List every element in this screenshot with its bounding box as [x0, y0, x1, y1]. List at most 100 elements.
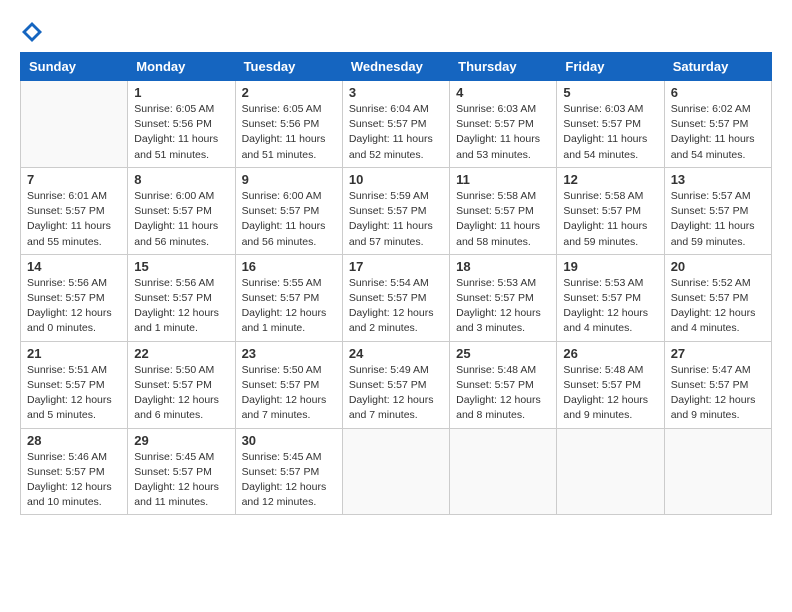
calendar-cell: 13Sunrise: 5:57 AM Sunset: 5:57 PM Dayli…	[664, 167, 771, 254]
day-number: 24	[349, 346, 443, 361]
day-info: Sunrise: 6:02 AM Sunset: 5:57 PM Dayligh…	[671, 102, 765, 163]
day-number: 20	[671, 259, 765, 274]
day-number: 14	[27, 259, 121, 274]
day-number: 26	[563, 346, 657, 361]
day-info: Sunrise: 5:54 AM Sunset: 5:57 PM Dayligh…	[349, 276, 443, 337]
calendar-cell: 21 Sunrise: 5:51 AM Sunset: 5:57 PM Dayli…	[21, 341, 128, 428]
day-number: 19	[563, 259, 657, 274]
day-number: 23	[242, 346, 336, 361]
day-number: 6	[671, 85, 765, 100]
day-info: Sunrise: 5:58 AM Sunset: 5:57 PM Dayligh…	[563, 189, 657, 250]
weekday-header: Thursday	[450, 53, 557, 81]
day-number: 10	[349, 172, 443, 187]
calendar-cell: 24 Sunrise: 5:49 AM Sunset: 5:57 PM Dayli…	[342, 341, 449, 428]
calendar-cell: 12 Sunrise: 5:58 AM Sunset: 5:57 PM Dayli…	[557, 167, 664, 254]
calendar-cell	[450, 428, 557, 515]
calendar-cell: 5 Sunrise: 6:03 AM Sunset: 5:57 PM Daylig…	[557, 81, 664, 168]
calendar-cell	[342, 428, 449, 515]
day-number: 30	[242, 433, 336, 448]
day-info: Sunrise: 5:50 AM Sunset: 5:57 PM Dayligh…	[134, 363, 228, 424]
day-number: 18	[456, 259, 550, 274]
calendar-cell: 26 Sunrise: 5:48 AM Sunset: 5:57 PM Dayli…	[557, 341, 664, 428]
day-info: Sunrise: 6:05 AM Sunset: 5:56 PM Dayligh…	[134, 102, 228, 163]
logo	[20, 20, 48, 44]
day-number: 5	[563, 85, 657, 100]
day-info: Sunrise: 6:05 AM Sunset: 5:56 PM Dayligh…	[242, 102, 336, 163]
day-info: Sunrise: 5:51 AM Sunset: 5:57 PM Dayligh…	[27, 363, 121, 424]
calendar-cell: 8 Sunrise: 6:00 AM Sunset: 5:57 PM Daylig…	[128, 167, 235, 254]
day-info: Sunrise: 6:00 AM Sunset: 5:57 PM Dayligh…	[242, 189, 336, 250]
day-number: 17	[349, 259, 443, 274]
calendar-cell: 27 Sunrise: 5:47 AM Sunset: 5:57 PM Dayli…	[664, 341, 771, 428]
day-number: 11	[456, 172, 550, 187]
day-info: Sunrise: 5:45 AM Sunset: 5:57 PM Dayligh…	[134, 450, 228, 511]
day-number: 25	[456, 346, 550, 361]
day-info: Sunrise: 5:46 AM Sunset: 5:57 PM Dayligh…	[27, 450, 121, 511]
calendar-cell: 6 Sunrise: 6:02 AM Sunset: 5:57 PM Daylig…	[664, 81, 771, 168]
day-number: 12	[563, 172, 657, 187]
calendar-week-row: 1 Sunrise: 6:05 AM Sunset: 5:56 PM Daylig…	[21, 81, 772, 168]
day-info: Sunrise: 6:03 AM Sunset: 5:57 PM Dayligh…	[563, 102, 657, 163]
calendar-cell: 28 Sunrise: 5:46 AM Sunset: 5:57 PM Dayli…	[21, 428, 128, 515]
calendar-cell: 29Sunrise: 5:45 AM Sunset: 5:57 PM Dayli…	[128, 428, 235, 515]
weekday-header: Friday	[557, 53, 664, 81]
calendar-header-row: SundayMondayTuesdayWednesdayThursdayFrid…	[21, 53, 772, 81]
calendar-week-row: 7 Sunrise: 6:01 AM Sunset: 5:57 PM Daylig…	[21, 167, 772, 254]
day-info: Sunrise: 5:49 AM Sunset: 5:57 PM Dayligh…	[349, 363, 443, 424]
weekday-header: Sunday	[21, 53, 128, 81]
day-info: Sunrise: 6:04 AM Sunset: 5:57 PM Dayligh…	[349, 102, 443, 163]
day-info: Sunrise: 5:47 AM Sunset: 5:57 PM Dayligh…	[671, 363, 765, 424]
day-number: 1	[134, 85, 228, 100]
day-info: Sunrise: 5:58 AM Sunset: 5:57 PM Dayligh…	[456, 189, 550, 250]
day-info: Sunrise: 5:55 AM Sunset: 5:57 PM Dayligh…	[242, 276, 336, 337]
day-number: 15	[134, 259, 228, 274]
day-number: 27	[671, 346, 765, 361]
day-info: Sunrise: 6:01 AM Sunset: 5:57 PM Dayligh…	[27, 189, 121, 250]
calendar-cell: 9 Sunrise: 6:00 AM Sunset: 5:57 PM Daylig…	[235, 167, 342, 254]
calendar-week-row: 14 Sunrise: 5:56 AM Sunset: 5:57 PM Dayli…	[21, 254, 772, 341]
calendar-cell: 1 Sunrise: 6:05 AM Sunset: 5:56 PM Daylig…	[128, 81, 235, 168]
day-info: Sunrise: 5:48 AM Sunset: 5:57 PM Dayligh…	[563, 363, 657, 424]
day-number: 3	[349, 85, 443, 100]
day-info: Sunrise: 5:53 AM Sunset: 5:57 PM Dayligh…	[456, 276, 550, 337]
weekday-header: Wednesday	[342, 53, 449, 81]
weekday-header: Monday	[128, 53, 235, 81]
calendar-cell: 11 Sunrise: 5:58 AM Sunset: 5:57 PM Dayli…	[450, 167, 557, 254]
day-number: 8	[134, 172, 228, 187]
day-info: Sunrise: 5:56 AM Sunset: 5:57 PM Dayligh…	[27, 276, 121, 337]
day-info: Sunrise: 6:00 AM Sunset: 5:57 PM Dayligh…	[134, 189, 228, 250]
day-info: Sunrise: 5:56 AM Sunset: 5:57 PM Dayligh…	[134, 276, 228, 337]
day-info: Sunrise: 6:03 AM Sunset: 5:57 PM Dayligh…	[456, 102, 550, 163]
calendar-cell	[21, 81, 128, 168]
calendar-table: SundayMondayTuesdayWednesdayThursdayFrid…	[20, 52, 772, 515]
calendar-cell: 30 Sunrise: 5:45 AM Sunset: 5:57 PM Dayli…	[235, 428, 342, 515]
calendar-cell: 17 Sunrise: 5:54 AM Sunset: 5:57 PM Dayli…	[342, 254, 449, 341]
calendar-cell: 3 Sunrise: 6:04 AM Sunset: 5:57 PM Daylig…	[342, 81, 449, 168]
day-info: Sunrise: 5:45 AM Sunset: 5:57 PM Dayligh…	[242, 450, 336, 511]
day-number: 28	[27, 433, 121, 448]
day-number: 21	[27, 346, 121, 361]
calendar-cell: 15 Sunrise: 5:56 AM Sunset: 5:57 PM Dayli…	[128, 254, 235, 341]
calendar-cell: 25Sunrise: 5:48 AM Sunset: 5:57 PM Dayli…	[450, 341, 557, 428]
calendar-cell	[664, 428, 771, 515]
day-number: 16	[242, 259, 336, 274]
day-number: 7	[27, 172, 121, 187]
calendar-week-row: 21 Sunrise: 5:51 AM Sunset: 5:57 PM Dayli…	[21, 341, 772, 428]
calendar-cell: 16 Sunrise: 5:55 AM Sunset: 5:57 PM Dayli…	[235, 254, 342, 341]
day-info: Sunrise: 5:53 AM Sunset: 5:57 PM Dayligh…	[563, 276, 657, 337]
calendar-cell: 18 Sunrise: 5:53 AM Sunset: 5:57 PM Dayli…	[450, 254, 557, 341]
logo-icon	[20, 20, 44, 44]
calendar-cell: 22 Sunrise: 5:50 AM Sunset: 5:57 PM Dayli…	[128, 341, 235, 428]
calendar-cell: 10Sunrise: 5:59 AM Sunset: 5:57 PM Dayli…	[342, 167, 449, 254]
calendar-cell: 2 Sunrise: 6:05 AM Sunset: 5:56 PM Daylig…	[235, 81, 342, 168]
calendar-cell: 4Sunrise: 6:03 AM Sunset: 5:57 PM Daylig…	[450, 81, 557, 168]
day-info: Sunrise: 5:52 AM Sunset: 5:57 PM Dayligh…	[671, 276, 765, 337]
calendar-cell: 20 Sunrise: 5:52 AM Sunset: 5:57 PM Dayli…	[664, 254, 771, 341]
calendar-cell: 23Sunrise: 5:50 AM Sunset: 5:57 PM Dayli…	[235, 341, 342, 428]
page-header	[20, 20, 772, 44]
weekday-header: Tuesday	[235, 53, 342, 81]
day-number: 2	[242, 85, 336, 100]
calendar-cell: 7 Sunrise: 6:01 AM Sunset: 5:57 PM Daylig…	[21, 167, 128, 254]
day-number: 22	[134, 346, 228, 361]
day-number: 9	[242, 172, 336, 187]
